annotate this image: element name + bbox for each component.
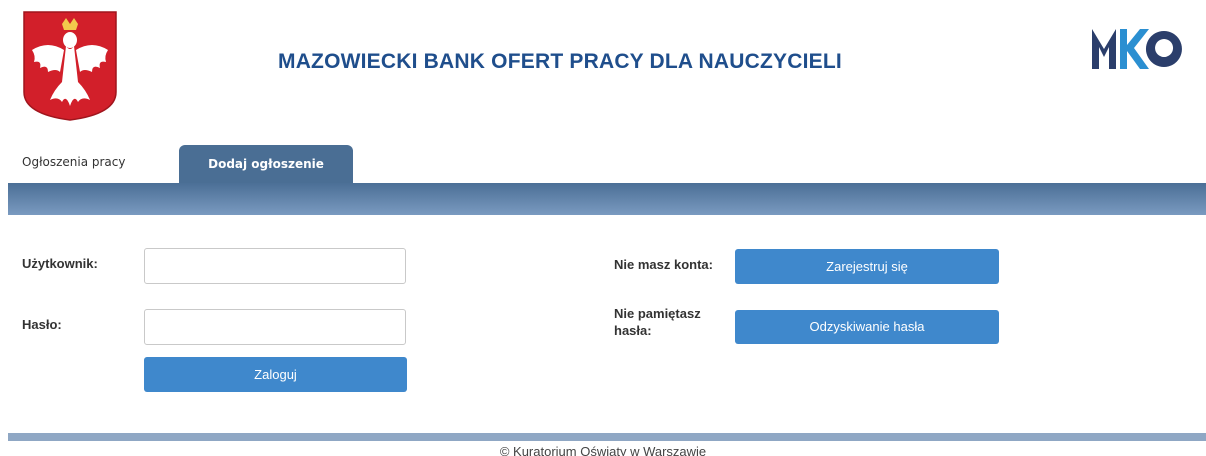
page-title: MAZOWIECKI BANK OFERT PRACY DLA NAUCZYCI…	[278, 50, 842, 73]
tab-job-offers[interactable]: Ogłoszenia pracy	[22, 155, 125, 169]
username-label: Użytkownik:	[22, 256, 98, 271]
password-input[interactable]	[144, 309, 406, 345]
username-input[interactable]	[144, 248, 406, 284]
forgot-label-line1: Nie pamiętasz	[614, 306, 701, 321]
recover-password-button[interactable]: Odzyskiwanie hasła	[735, 310, 999, 344]
mko-logo	[1092, 29, 1182, 69]
footer-bar	[8, 433, 1206, 441]
tab-add-offer[interactable]: Dodaj ogłoszenie	[179, 145, 353, 184]
password-label: Hasło:	[22, 317, 62, 332]
nav-bar	[8, 183, 1206, 215]
forgot-label-line2: hasła:	[614, 323, 652, 338]
register-button[interactable]: Zarejestruj się	[735, 249, 999, 284]
login-button[interactable]: Zaloguj	[144, 357, 407, 392]
no-account-label: Nie masz konta:	[614, 257, 713, 272]
polish-eagle-emblem	[23, 11, 117, 121]
footer-copyright: © Kuratorium Oświaty w Warszawie	[499, 444, 707, 456]
forgot-password-label: Nie pamiętasz hasła:	[614, 305, 724, 339]
